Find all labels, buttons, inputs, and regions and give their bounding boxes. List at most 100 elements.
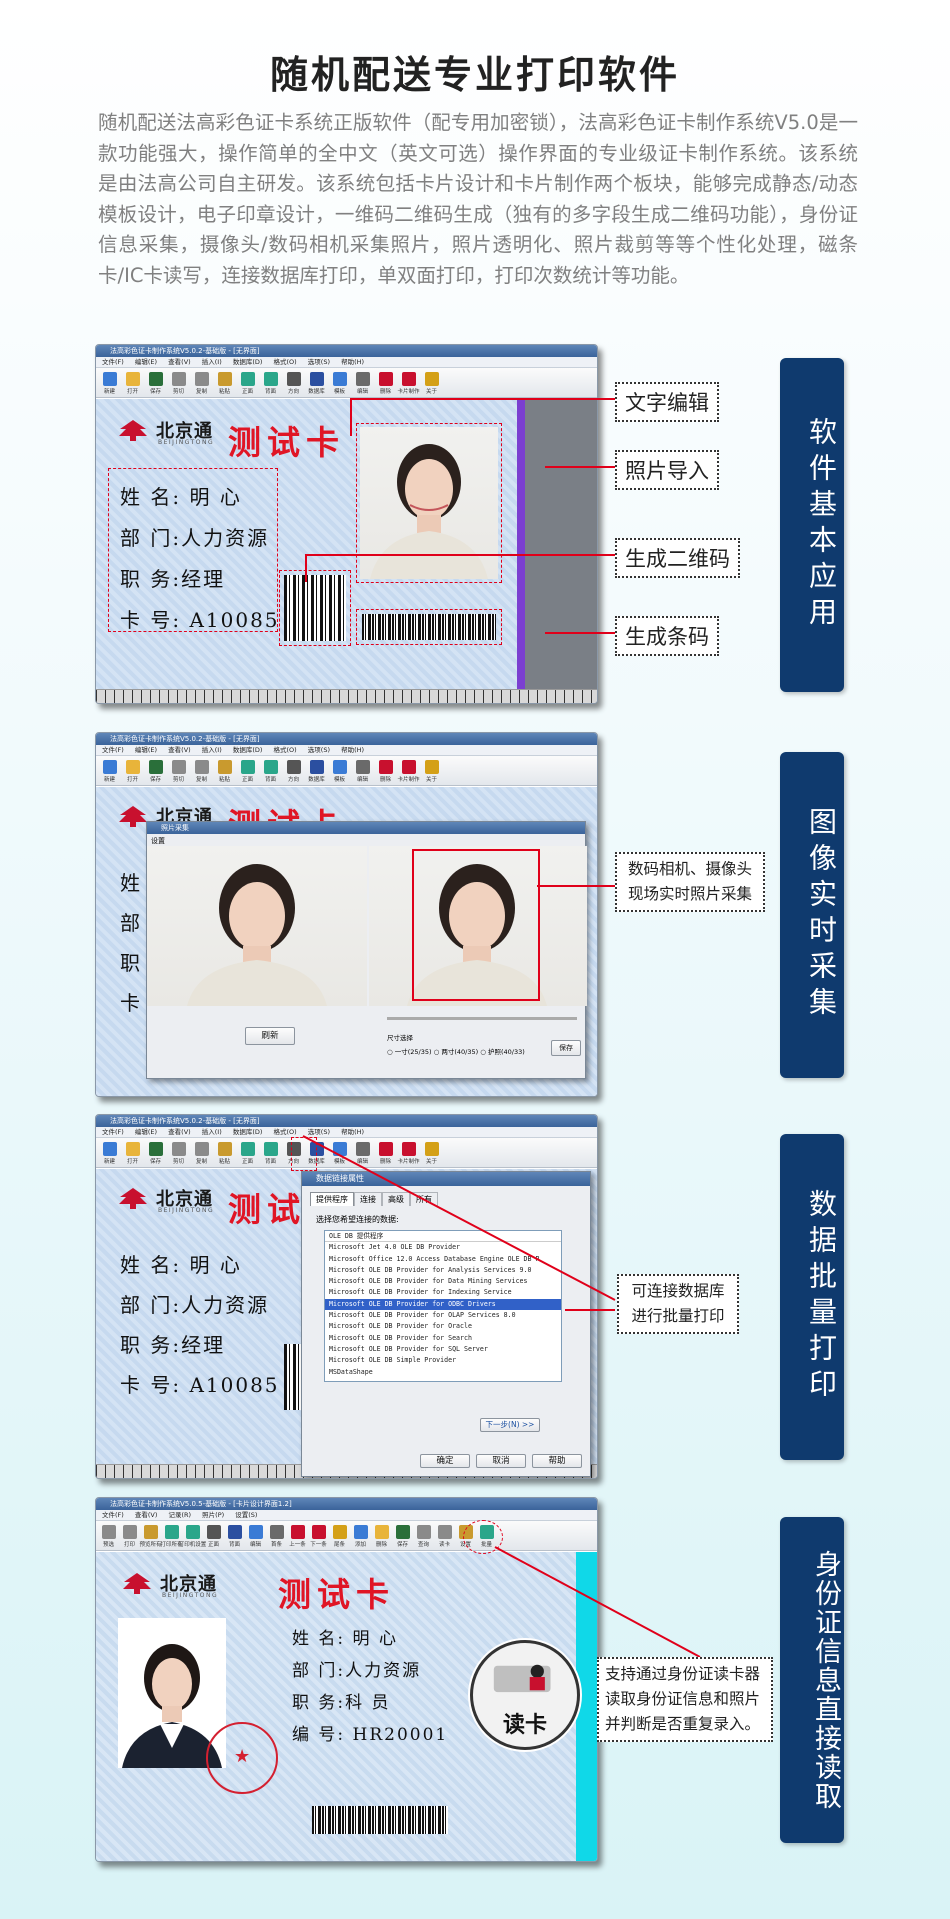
list-item[interactable]: Microsoft OLE DB Provider for Oracle	[325, 1321, 561, 1332]
provider-list[interactable]: OLE DB 提供程序 Microsoft Jet 4.0 OLE DB Pro…	[324, 1230, 562, 1382]
toolbar-button[interactable]: 编辑	[351, 368, 374, 398]
next-button[interactable]: 下一步(N) >>	[480, 1418, 540, 1432]
toolbar-button[interactable]: 数据库	[305, 368, 328, 398]
list-item[interactable]: Microsoft OLE DB Provider for Analysis S…	[325, 1265, 561, 1276]
toolbar-button[interactable]: 添加	[350, 1521, 371, 1551]
toolbar-button[interactable]: 模板	[328, 368, 351, 398]
toolbar-button[interactable]: 卡片制作	[397, 368, 420, 398]
menu-photo[interactable]: 照片(P)	[202, 1511, 224, 1519]
toolbar-button[interactable]: 保存	[144, 1138, 167, 1168]
toolbar-button[interactable]: 复制	[190, 1138, 213, 1168]
tab-connection[interactable]: 连接	[354, 1192, 382, 1206]
toolbar-button[interactable]: 模板	[328, 1138, 351, 1168]
menu-database[interactable]: 数据库(D)	[233, 358, 263, 366]
toolbar-button[interactable]: 打印机设置	[179, 1521, 206, 1551]
tab-provider[interactable]: 提供程序	[310, 1192, 354, 1206]
menu-file[interactable]: 文件(F)	[102, 1511, 124, 1519]
toolbar-button[interactable]: 读卡	[434, 1521, 455, 1551]
list-item[interactable]: Microsoft OLE DB Provider for Data Minin…	[325, 1276, 561, 1287]
menu-format[interactable]: 格式(O)	[274, 746, 297, 754]
toolbar-button[interactable]: 正面	[236, 756, 259, 786]
toolbar-button[interactable]: 保存	[392, 1521, 413, 1551]
toolbar-button[interactable]: 打开	[121, 756, 144, 786]
menu-insert[interactable]: 插入(I)	[202, 746, 222, 754]
toolbar-button[interactable]: 打开	[121, 1138, 144, 1168]
menu-settings[interactable]: 设置(S)	[235, 1511, 257, 1519]
toolbar-button[interactable]: 正面	[236, 368, 259, 398]
toolbar-button[interactable]: 预览所有	[140, 1521, 162, 1551]
toolbar-button[interactable]: 保存	[144, 368, 167, 398]
menu-view[interactable]: 查看(V)	[168, 1128, 191, 1136]
menu-help[interactable]: 帮助(H)	[341, 746, 364, 754]
menu-help[interactable]: 帮助(H)	[341, 358, 364, 366]
cancel-button[interactable]: 取消	[476, 1454, 526, 1468]
toolbar-button[interactable]: 编辑	[245, 1521, 266, 1551]
toolbar-button[interactable]: 首条	[266, 1521, 287, 1551]
toolbar-button[interactable]: 关于	[420, 1138, 443, 1168]
menu-insert[interactable]: 插入(I)	[202, 1128, 222, 1136]
toolbar-button[interactable]: 背面	[259, 756, 282, 786]
toolbar-button[interactable]: 查询	[413, 1521, 434, 1551]
list-item[interactable]: Microsoft OLE DB Provider for SQL Server	[325, 1344, 561, 1355]
toolbar-button[interactable]: 正面	[236, 1138, 259, 1168]
toolbar-button[interactable]: 编辑	[351, 756, 374, 786]
list-item[interactable]: Microsoft OLE DB Provider for Indexing S…	[325, 1287, 561, 1298]
toolbar-button[interactable]: 卡片制作	[397, 1138, 420, 1168]
toolbar-button[interactable]: 删除	[374, 756, 397, 786]
toolbar-button[interactable]: 背面	[259, 1138, 282, 1168]
menu-options[interactable]: 选项(S)	[308, 358, 330, 366]
list-item[interactable]: MSDataShape	[325, 1367, 561, 1378]
menu-edit[interactable]: 编辑(E)	[135, 358, 157, 366]
toolbar-button[interactable]: 卡片制作	[397, 756, 420, 786]
toolbar-button[interactable]: 数据库	[305, 756, 328, 786]
toolbar-button[interactable]: 下一条	[308, 1521, 329, 1551]
toolbar-button[interactable]: 粘贴	[213, 756, 236, 786]
toolbar-button[interactable]: 预选	[98, 1521, 119, 1551]
toolbar-button[interactable]: 删除	[371, 1521, 392, 1551]
toolbar-button[interactable]: 新建	[98, 1138, 121, 1168]
list-item[interactable]: Microsoft OLE DB Provider for Search	[325, 1333, 561, 1344]
tab-advanced[interactable]: 高级	[382, 1192, 410, 1206]
toolbar-button[interactable]: 上一条	[287, 1521, 308, 1551]
toolbar-button[interactable]: 剪切	[167, 756, 190, 786]
menu-database[interactable]: 数据库(D)	[233, 746, 263, 754]
tab-all[interactable]: 所有	[410, 1192, 438, 1206]
menu-help[interactable]: 帮助(H)	[341, 1128, 364, 1136]
menu-options[interactable]: 选项(S)	[308, 746, 330, 754]
list-item[interactable]: Microsoft OLE DB Provider for OLAP Servi…	[325, 1310, 561, 1321]
save-button[interactable]: 保存	[551, 1040, 581, 1056]
toolbar-button[interactable]: 复制	[190, 368, 213, 398]
slider-track[interactable]	[387, 1017, 577, 1020]
toolbar-button[interactable]: 方向	[282, 756, 305, 786]
menu-view[interactable]: 查看(V)	[168, 746, 191, 754]
list-item[interactable]: Microsoft Jet 4.0 OLE DB Provider	[325, 1242, 561, 1253]
toolbar-button[interactable]: 粘贴	[213, 368, 236, 398]
menu-insert[interactable]: 插入(I)	[202, 358, 222, 366]
toolbar-button[interactable]: 保存	[144, 756, 167, 786]
menu-database[interactable]: 数据库(D)	[233, 1128, 263, 1136]
toolbar-button[interactable]: 删除	[374, 1138, 397, 1168]
toolbar-button[interactable]: 背面	[259, 368, 282, 398]
menu-file[interactable]: 文件(F)	[102, 358, 124, 366]
menu-view[interactable]: 查看(V)	[135, 1511, 158, 1519]
toolbar-button[interactable]: 模板	[328, 756, 351, 786]
menu-file[interactable]: 文件(F)	[102, 746, 124, 754]
menu-file[interactable]: 文件(F)	[102, 1128, 124, 1136]
menu-record[interactable]: 记录(R)	[169, 1511, 192, 1519]
menu-format[interactable]: 格式(O)	[274, 1128, 297, 1136]
help-button[interactable]: 帮助	[532, 1454, 582, 1468]
toolbar-button[interactable]: 正面	[203, 1521, 224, 1551]
toolbar-button[interactable]: 关于	[420, 368, 443, 398]
refresh-button[interactable]: 刷新	[245, 1027, 295, 1045]
size-options[interactable]: ○ 一寸(25/35) ○ 两寸(40/35) ○ 护照(40/33)	[387, 1046, 525, 1056]
ok-button[interactable]: 确定	[420, 1454, 470, 1468]
toolbar-button[interactable]: 剪切	[167, 368, 190, 398]
menu-edit[interactable]: 编辑(E)	[135, 1128, 157, 1136]
toolbar-button[interactable]: 删除	[374, 368, 397, 398]
list-item[interactable]: Microsoft OLE DB Simple Provider	[325, 1355, 561, 1366]
toolbar-button[interactable]: 剪切	[167, 1138, 190, 1168]
menu-format[interactable]: 格式(O)	[274, 358, 297, 366]
menu-view[interactable]: 查看(V)	[168, 358, 191, 366]
menu-edit[interactable]: 编辑(E)	[135, 746, 157, 754]
toolbar-button[interactable]: 复制	[190, 756, 213, 786]
